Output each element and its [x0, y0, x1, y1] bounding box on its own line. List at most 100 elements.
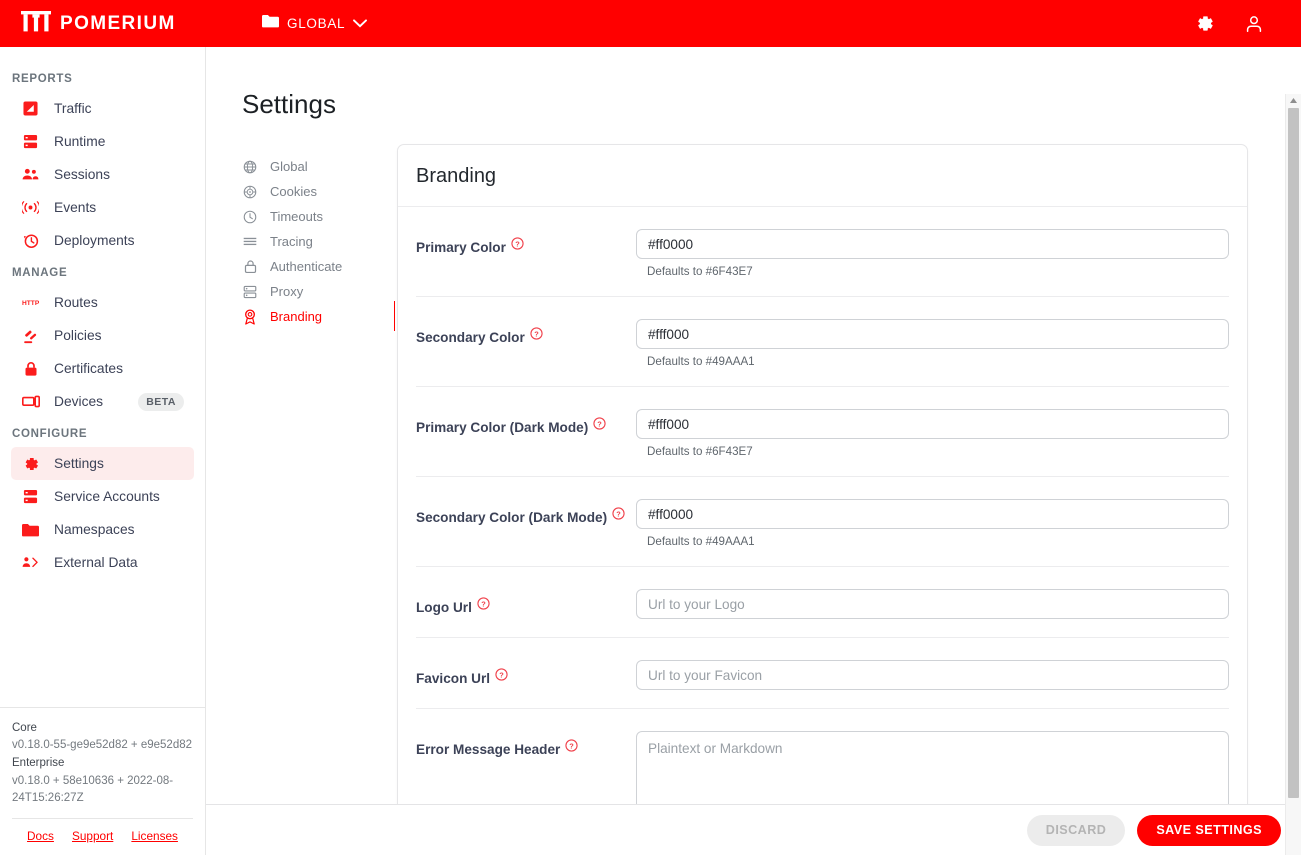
sidebar-section-manage: MANAGE — [12, 267, 68, 279]
field-label: Primary Color ? — [416, 229, 636, 255]
help-circle-icon[interactable]: ? — [612, 507, 625, 520]
history-clock-icon — [21, 231, 40, 250]
help-circle-icon[interactable]: ? — [477, 597, 490, 610]
svg-text:HTTP: HTTP — [22, 300, 40, 307]
page-title: Settings — [242, 89, 336, 119]
sidebar-item-deployments[interactable]: Deployments — [11, 224, 194, 257]
field-control: Defaults to #6F43E7 — [636, 409, 1229, 458]
field-label-text: Secondary Color — [416, 330, 525, 345]
server-icon — [21, 487, 40, 506]
folder-icon — [21, 520, 40, 539]
brand-name: POMERIUM — [60, 12, 176, 34]
sidebar-item-label: Runtime — [54, 134, 106, 149]
sidebar-item-service-accounts[interactable]: Service Accounts — [11, 480, 194, 513]
active-indicator — [394, 301, 395, 331]
logo-url-input[interactable] — [636, 589, 1229, 619]
svg-text:?: ? — [499, 671, 504, 680]
field-label-text: Error Message Header — [416, 742, 561, 757]
error-message-header-textarea[interactable] — [636, 731, 1229, 804]
help-circle-icon[interactable]: ? — [593, 417, 606, 430]
scroll-up-arrow-icon[interactable] — [1289, 94, 1298, 107]
subnav-item-cookies[interactable]: Cookies — [242, 179, 377, 204]
primary-color-dark-mode-input[interactable] — [636, 409, 1229, 439]
device-icon — [21, 392, 40, 411]
subnav-item-global[interactable]: Global — [242, 154, 377, 179]
sidebar-version-info: Core v0.18.0-55-ge9e52d82 + e9e52d82 Ent… — [0, 706, 205, 855]
sidebar-item-label: Policies — [54, 328, 102, 343]
subnav-item-authenticate[interactable]: Authenticate — [242, 254, 377, 279]
save-settings-button[interactable]: SAVE SETTINGS — [1137, 814, 1281, 846]
subnav-item-label: Tracing — [270, 234, 313, 249]
enterprise-label: Enterprise — [12, 756, 65, 769]
external-data-icon — [21, 553, 40, 572]
action-bar: DISCARD SAVE SETTINGS — [206, 804, 1301, 855]
svg-text:?: ? — [597, 420, 602, 429]
licenses-link[interactable]: Licenses — [131, 829, 178, 843]
branding-form: Primary Color ? Defaults to #6F43E7 — [398, 207, 1247, 804]
branding-card: Branding Primary Color ? #ff0000 Default… — [397, 144, 1248, 804]
sidebar-item-events[interactable]: Events — [11, 191, 194, 224]
subnav-item-label: Global — [270, 159, 308, 174]
sidebar-item-sessions[interactable]: Sessions — [11, 158, 194, 191]
field-control: Defaults to #49AAA1 — [636, 499, 1229, 548]
field-secondary-color: Secondary Color ? Defaults to #49AAA1 — [416, 297, 1229, 387]
sidebar-section-configure: CONFIGURE — [12, 428, 88, 440]
sidebar-item-label: Namespaces — [54, 522, 135, 537]
sidebar-item-external-data[interactable]: External Data — [11, 546, 194, 579]
proxy-server-icon — [242, 284, 258, 300]
vertical-scrollbar[interactable] — [1285, 94, 1301, 855]
help-circle-icon[interactable]: ? — [530, 327, 543, 340]
subnav-item-label: Branding — [270, 309, 323, 324]
help-circle-icon[interactable]: ? — [511, 237, 524, 250]
brand-logo[interactable]: POMERIUM — [14, 10, 210, 37]
field-control — [636, 589, 1229, 619]
namespace-selector[interactable]: GLOBAL — [252, 9, 377, 38]
sidebar-item-runtime[interactable]: Runtime — [11, 125, 194, 158]
scrollbar-thumb[interactable] — [1288, 108, 1299, 798]
help-circle-icon[interactable]: ? — [495, 668, 508, 681]
field-primary-color: Primary Color ? Defaults to #6F43E7 — [416, 207, 1229, 297]
subnav-item-timeouts[interactable]: Timeouts — [242, 204, 377, 229]
server-icon — [21, 132, 40, 151]
traffic-chart-icon — [21, 99, 40, 118]
enterprise-version: v0.18.0 + 58e10636 + 2022-08-24T15:26:27… — [12, 774, 174, 804]
help-circle-icon[interactable]: ? — [565, 739, 578, 752]
secondary-color-input[interactable] — [636, 319, 1229, 349]
field-control — [636, 660, 1229, 690]
folder-icon — [262, 14, 279, 33]
sidebar-item-policies[interactable]: Policies — [11, 319, 194, 352]
secondary-color-dark-mode-input[interactable] — [636, 499, 1229, 529]
gear-icon[interactable] — [1191, 11, 1217, 37]
http-route-icon: HTTP — [21, 293, 40, 312]
people-icon — [21, 165, 40, 184]
lock-icon — [21, 359, 40, 378]
field-error-message-header: Error Message Header ? Can contain plain… — [416, 709, 1229, 804]
discard-button[interactable]: DISCARD — [1026, 814, 1126, 846]
field-label-text: Primary Color (Dark Mode) — [416, 420, 589, 435]
field-label-text: Primary Color — [416, 240, 506, 255]
sidebar-item-devices[interactable]: Devices BETA — [11, 385, 194, 418]
subnav-item-label: Timeouts — [270, 209, 323, 224]
sidebar-item-settings[interactable]: Settings — [11, 447, 194, 480]
top-bar-actions — [1191, 11, 1287, 37]
subnav-item-proxy[interactable]: Proxy — [242, 279, 377, 304]
subnav-item-tracing[interactable]: Tracing — [242, 229, 377, 254]
sidebar-item-namespaces[interactable]: Namespaces — [11, 513, 194, 546]
sidebar-item-routes[interactable]: HTTP Routes — [11, 286, 194, 319]
field-label-text: Favicon Url — [416, 671, 491, 686]
favicon-url-input[interactable] — [636, 660, 1229, 690]
sidebar-item-traffic[interactable]: Traffic — [11, 92, 194, 125]
sidebar-item-label: Sessions — [54, 167, 110, 182]
primary-color-input[interactable] — [636, 229, 1229, 259]
subnav-item-branding[interactable]: Branding — [242, 301, 395, 331]
field-control: Defaults to #6F43E7 — [636, 229, 1229, 278]
subnav-item-label: Authenticate — [270, 259, 343, 274]
field-label-text: Secondary Color (Dark Mode) — [416, 510, 608, 525]
cookie-icon — [242, 184, 258, 200]
user-account-icon[interactable] — [1241, 11, 1267, 37]
support-link[interactable]: Support — [72, 829, 113, 843]
docs-link[interactable]: Docs — [27, 829, 54, 843]
field-label: Secondary Color ? — [416, 319, 636, 345]
field-helper-text: Defaults to #6F43E7 — [647, 445, 753, 458]
sidebar-item-certificates[interactable]: Certificates — [11, 352, 194, 385]
